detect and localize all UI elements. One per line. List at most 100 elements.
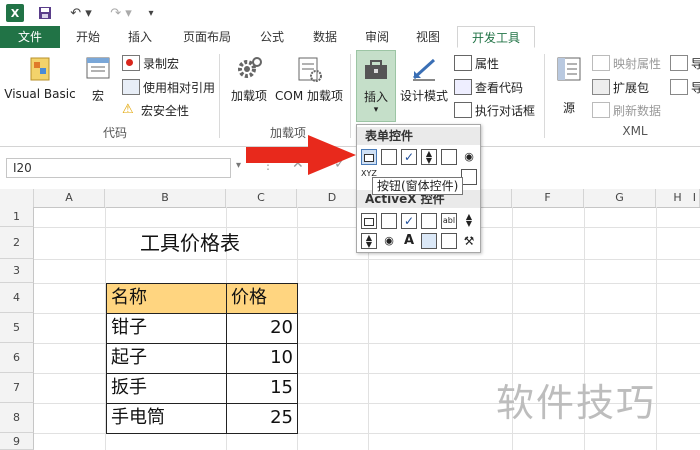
table-cell-name[interactable]: 起子: [106, 343, 227, 374]
activex-button-icon[interactable]: [361, 213, 377, 229]
column-header[interactable]: A: [34, 189, 105, 207]
column-header[interactable]: C: [226, 189, 297, 207]
row-header[interactable]: 4: [0, 283, 34, 313]
tab-data[interactable]: 数据: [305, 26, 345, 48]
activex-option-button-icon[interactable]: ◉: [381, 233, 397, 249]
name-box[interactable]: I20: [6, 158, 231, 178]
visual-basic-label: Visual Basic: [4, 87, 76, 101]
tab-developer[interactable]: 开发工具: [457, 26, 535, 48]
option-button-icon[interactable]: ◉: [461, 149, 477, 165]
macro-label: 宏: [91, 89, 104, 103]
export-label: 导: [691, 80, 700, 95]
insert-label: 插入: [363, 90, 388, 104]
more-controls-icon[interactable]: ⚒: [461, 233, 477, 249]
button-form-control-icon[interactable]: [361, 149, 377, 165]
activex-toggle-button-icon[interactable]: [441, 233, 457, 249]
activex-combo-box-icon[interactable]: [381, 213, 397, 229]
map-properties-button[interactable]: 映射属性: [592, 54, 661, 72]
tab-file[interactable]: 文件: [0, 26, 60, 48]
tab-view[interactable]: 视图: [408, 26, 448, 48]
sheet-title[interactable]: 工具价格表: [140, 228, 270, 258]
row-header[interactable]: 8: [0, 403, 34, 433]
ribbon-tabs: 文件 开始 插入 页面布局 公式 数据 审阅 视图 开发工具: [0, 26, 700, 49]
import-button[interactable]: 导: [670, 54, 700, 72]
view-code-button[interactable]: 查看代码: [454, 78, 523, 96]
ribbon-separator: [219, 54, 220, 138]
save-icon[interactable]: [36, 4, 54, 22]
redo-icon[interactable]: ↷ ▾: [106, 4, 136, 22]
column-header[interactable]: G: [584, 189, 656, 207]
row-header[interactable]: 1: [0, 207, 34, 227]
watermark: 软件技巧: [496, 381, 657, 425]
com-addins-label: COM 加载项: [275, 89, 343, 103]
source-button[interactable]: 源: [552, 54, 586, 116]
table-cell-price[interactable]: 25: [226, 403, 298, 434]
combo-box-icon[interactable]: [381, 149, 397, 165]
activex-scroll-bar-icon[interactable]: ▲ ▼: [461, 213, 477, 229]
row-header[interactable]: 9: [0, 433, 34, 450]
import-label: 导: [691, 56, 700, 71]
grid-line: [656, 207, 657, 450]
row-header[interactable]: 7: [0, 373, 34, 403]
activex-text-box-icon[interactable]: abl: [441, 213, 457, 229]
table-cell-name[interactable]: 扳手: [106, 373, 227, 404]
ribbon: Visual Basic 宏 录制宏 使用相对引用 ⚠ 宏安全性 代码 加载项 C…: [0, 48, 700, 147]
table-cell-name[interactable]: 钳子: [106, 313, 227, 344]
header-cell-price[interactable]: 价格: [226, 283, 298, 314]
properties-button[interactable]: 属性: [454, 54, 499, 72]
activex-label-icon[interactable]: A: [401, 233, 417, 249]
refresh-data-label: 刷新数据: [613, 103, 662, 118]
refresh-data-button[interactable]: 刷新数据: [592, 101, 661, 119]
table-cell-price[interactable]: 10: [226, 343, 298, 374]
design-mode-button[interactable]: 设计模式: [398, 54, 450, 104]
record-macro-button[interactable]: 录制宏: [122, 54, 179, 72]
run-dialog-button[interactable]: 执行对话框: [454, 101, 535, 119]
table-cell-price[interactable]: 20: [226, 313, 298, 344]
com-addins-button[interactable]: COM 加载项: [272, 54, 346, 104]
run-dialog-icon: [454, 102, 472, 118]
row-header[interactable]: 5: [0, 313, 34, 343]
activex-checkbox-icon[interactable]: ✓: [401, 213, 417, 229]
tab-formulas[interactable]: 公式: [252, 26, 292, 48]
activex-image-icon[interactable]: [421, 233, 437, 249]
column-header[interactable]: B: [105, 189, 226, 207]
scroll-bar-icon[interactable]: [461, 169, 477, 185]
refresh-icon: [592, 102, 610, 118]
table-cell-name[interactable]: 手电筒: [106, 403, 227, 434]
macro-button[interactable]: 宏: [80, 54, 116, 104]
name-box-dropdown-icon[interactable]: ▾: [236, 160, 241, 171]
row-header[interactable]: 6: [0, 343, 34, 373]
activex-list-box-icon[interactable]: [421, 213, 437, 229]
column-header[interactable]: I: [656, 189, 700, 207]
list-box-icon[interactable]: [441, 149, 457, 165]
expansion-pack-button[interactable]: 扩展包: [592, 78, 649, 96]
grid-line: [34, 259, 700, 260]
select-all-corner[interactable]: [0, 189, 34, 207]
row-header[interactable]: 2: [0, 227, 34, 259]
export-icon: [670, 79, 688, 95]
insert-controls-button[interactable]: 插入 ▾: [356, 50, 396, 122]
activex-spin-button-icon[interactable]: ▲ ▼: [361, 233, 377, 249]
tab-home[interactable]: 开始: [68, 26, 108, 48]
customize-qat-icon[interactable]: ▾: [144, 4, 158, 22]
column-header[interactable]: F: [512, 189, 584, 207]
checkbox-icon[interactable]: ✓: [401, 149, 417, 165]
design-mode-label: 设计模式: [399, 89, 448, 103]
row-header[interactable]: 3: [0, 259, 34, 283]
ribbon-separator: [350, 54, 351, 138]
tab-review[interactable]: 审阅: [357, 26, 397, 48]
header-cell-name[interactable]: 名称: [106, 283, 227, 314]
table-cell-price[interactable]: 15: [226, 373, 298, 404]
expansion-pack-icon: [592, 79, 610, 95]
com-addins-icon: [298, 57, 322, 82]
visual-basic-button[interactable]: Visual Basic: [4, 54, 76, 101]
undo-icon[interactable]: ↶ ▾: [66, 4, 96, 22]
macro-security-button[interactable]: ⚠ 宏安全性: [122, 101, 189, 119]
spin-button-icon[interactable]: ▲ ▼: [421, 149, 437, 165]
relative-reference-button[interactable]: 使用相对引用: [122, 78, 215, 96]
tab-insert[interactable]: 插入: [120, 26, 160, 48]
export-button[interactable]: 导: [670, 78, 700, 96]
chevron-down-icon: ▾: [373, 105, 379, 115]
tab-page-layout[interactable]: 页面布局: [175, 26, 239, 48]
addins-button[interactable]: 加载项: [228, 54, 270, 104]
